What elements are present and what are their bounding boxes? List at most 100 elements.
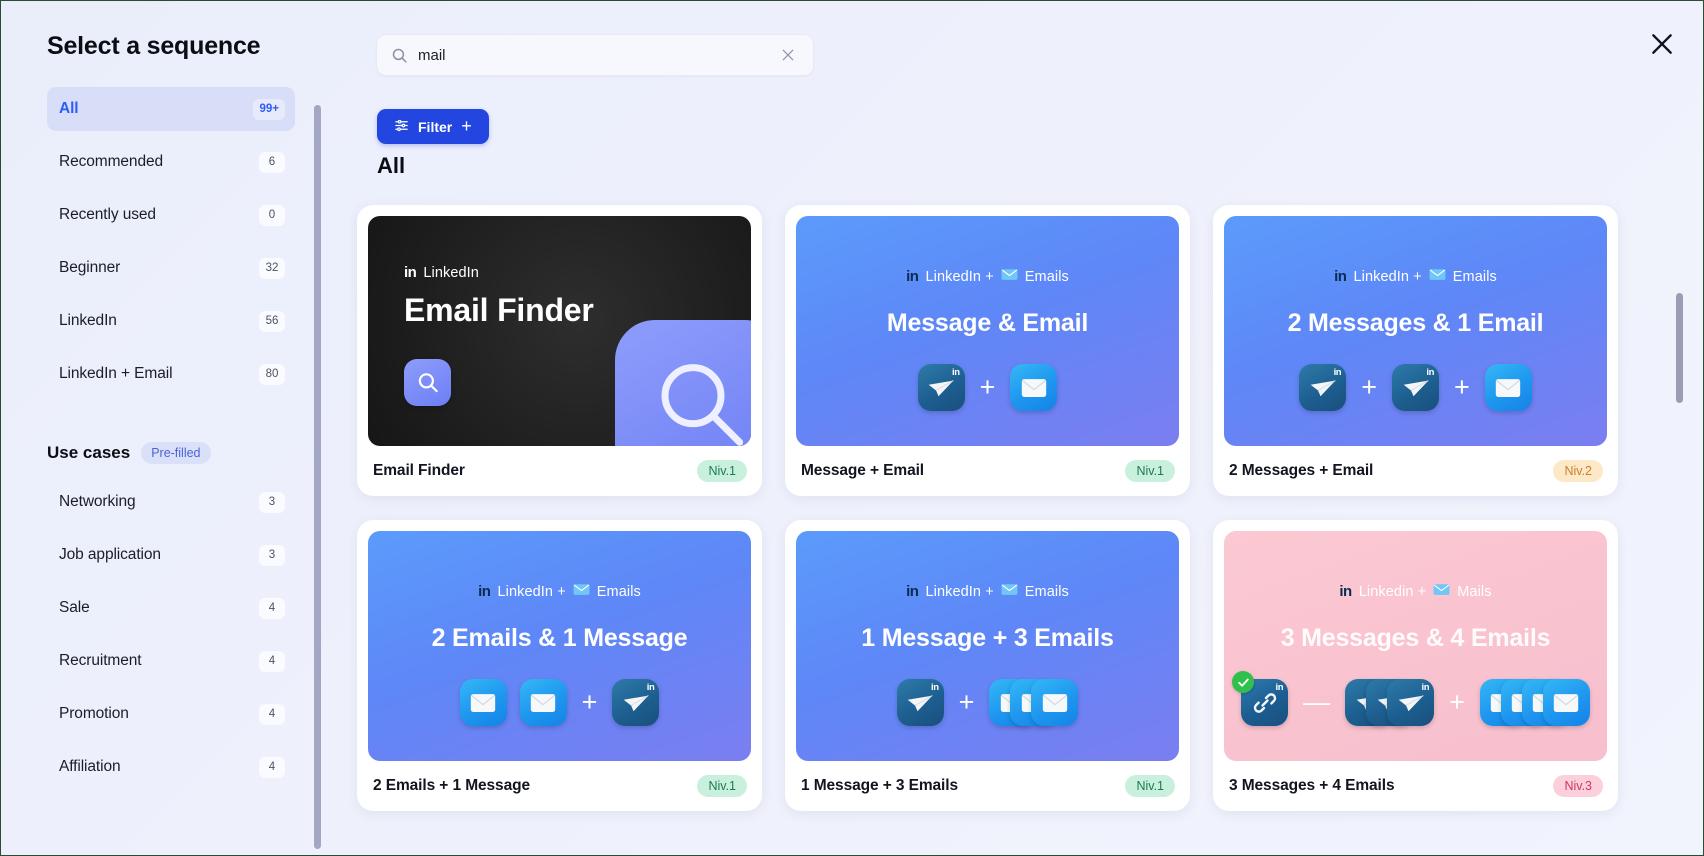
- close-button[interactable]: [1645, 27, 1679, 61]
- sequence-card-name: 3 Messages + 4 Emails: [1229, 777, 1395, 794]
- sequence-card-footer: 3 Messages + 4 Emails Niv.3: [1224, 761, 1607, 811]
- email-icon-stack: [989, 679, 1079, 726]
- sequence-card-artwork: in LinkedIn + Emails 2 Emails & 1 Message + i…: [368, 531, 751, 761]
- level-badge: Niv.1: [697, 460, 747, 482]
- sidebar-item-linkedin[interactable]: LinkedIn 56: [47, 299, 295, 343]
- sequence-card-artwork-title: 3 Messages & 4 Emails: [1280, 624, 1551, 652]
- sequence-card[interactable]: in LinkedIn + Emails 2 Messages & 1 Email in…: [1213, 205, 1618, 496]
- sequence-card[interactable]: in LinkedIn + Emails 2 Emails & 1 Message + i…: [357, 520, 762, 811]
- sidebar-item-label: LinkedIn: [59, 312, 117, 329]
- linkedin-in-icon: in: [1339, 583, 1352, 600]
- linkedin-message-icon: in: [896, 679, 944, 726]
- linkedin-message-icon: in: [1299, 364, 1347, 411]
- sequence-card[interactable]: in LinkedIn Email Finder Email Finder Niv.1: [357, 205, 762, 496]
- sidebar-item-job-application[interactable]: Job application 3: [47, 533, 295, 577]
- envelope-icon: [573, 583, 590, 600]
- sidebar-scroll-area[interactable]: All 99+ Recommended 6 Recently used 0 Beginner…: [1, 87, 323, 855]
- linkedin-in-icon: in: [906, 583, 919, 600]
- channel-label-email: Mails: [1457, 583, 1492, 600]
- linkedin-in-badge-icon: in: [1333, 367, 1342, 378]
- sidebar-item-sale[interactable]: Sale 4: [47, 586, 295, 630]
- channel-label-linkedin: LinkedIn: [423, 264, 479, 281]
- sidebar-item-count: 3: [259, 491, 285, 513]
- sequence-card-artwork: in LinkedIn + Emails 1 Message + 3 Emails in…: [796, 531, 1179, 761]
- message-icon-stack: ininin: [1345, 679, 1435, 726]
- plus-icon: +: [1454, 372, 1470, 402]
- sequence-card-footer: 2 Messages + Email Niv.2: [1224, 446, 1607, 496]
- plus-icon: +: [461, 116, 472, 136]
- cards-scrollbar-thumb[interactable]: [1676, 293, 1683, 403]
- plus-icon: +: [979, 372, 996, 402]
- sidebar-item-recruitment[interactable]: Recruitment 4: [47, 639, 295, 683]
- channel-label-linkedin: Linkedin +: [1358, 583, 1427, 600]
- use-cases-header: Use cases Pre-filled: [47, 442, 323, 464]
- sidebar-item-label: Recently used: [59, 206, 156, 223]
- sidebar-item-count: 4: [259, 650, 285, 672]
- sequence-cards-scroll-area[interactable]: in LinkedIn Email Finder Email Finder Niv.1 i…: [349, 197, 1655, 855]
- sequence-card-name: 1 Message + 3 Emails: [801, 777, 958, 794]
- sequence-card[interactable]: in LinkedIn + Emails 1 Message + 3 Emails in…: [785, 520, 1190, 811]
- email-icon: [1484, 364, 1532, 411]
- sidebar-item-count: 56: [259, 310, 285, 332]
- level-badge: Niv.1: [697, 775, 747, 797]
- sidebar-item-label: All: [59, 100, 79, 117]
- linkedin-in-badge-icon: in: [1426, 367, 1434, 378]
- sequence-step-icons: in + in +: [1224, 364, 1607, 411]
- sidebar-item-beginner[interactable]: Beginner 32: [47, 246, 295, 290]
- sidebar-item-linkedin-email[interactable]: LinkedIn + Email 80: [47, 352, 295, 396]
- sidebar-item-all[interactable]: All 99+: [47, 87, 295, 131]
- search-bar[interactable]: [376, 34, 814, 76]
- sequence-card[interactable]: in LinkedIn + Emails Message & Email in + Mess…: [785, 205, 1190, 496]
- sidebar-item-label: Recruitment: [59, 652, 142, 669]
- sidebar-item-label: Beginner: [59, 259, 121, 276]
- search-input[interactable]: [418, 46, 777, 64]
- check-icon: [1232, 671, 1255, 693]
- cards-scrollbar[interactable]: [1676, 285, 1683, 845]
- sidebar-item-label: Recommended: [59, 153, 164, 170]
- sequence-card-footer: Email Finder Niv.1: [368, 446, 751, 496]
- sidebar-item-promotion[interactable]: Promotion 4: [47, 692, 295, 736]
- sidebar-item-count: 32: [259, 257, 285, 279]
- channel-label-email: Emails: [596, 583, 641, 600]
- email-finder-search-icon: [404, 359, 451, 406]
- minus-icon: —: [1303, 687, 1331, 717]
- sequence-step-icons: in — ininin +: [1224, 671, 1607, 726]
- pre-filled-badge: Pre-filled: [141, 442, 211, 464]
- linkedin-in-icon: in: [478, 583, 491, 600]
- channel-label-linkedin: LinkedIn +: [925, 268, 994, 285]
- level-badge: Niv.2: [1553, 460, 1603, 482]
- results-heading: All: [377, 153, 406, 178]
- sequence-card-artwork-title: 1 Message + 3 Emails: [861, 624, 1114, 652]
- sidebar-item-count: 6: [259, 151, 285, 173]
- sidebar-item-count: 4: [259, 756, 285, 778]
- sequence-card-artwork-title: 2 Emails & 1 Message: [431, 624, 688, 652]
- email-icon: [1031, 679, 1079, 726]
- sidebar-item-label: Job application: [59, 546, 161, 563]
- email-icon: [1542, 679, 1590, 726]
- sequence-cards-grid: in LinkedIn Email Finder Email Finder Niv.1 i…: [349, 197, 1655, 811]
- plus-icon: +: [581, 687, 598, 717]
- use-cases-list: Networking 3 Job application 3 Sale 4 Recruitm…: [1, 480, 323, 789]
- sequence-card-channels: in Linkedin + Mails: [1224, 531, 1607, 600]
- sidebar-item-affiliation[interactable]: Affiliation 4: [47, 745, 295, 789]
- level-badge: Niv.1: [1125, 460, 1175, 482]
- sidebar-scrollbar[interactable]: [314, 97, 321, 849]
- page-title: Select a sequence: [47, 32, 261, 60]
- linkedin-message-icon: in: [612, 679, 660, 726]
- sidebar-item-recently-used[interactable]: Recently used 0: [47, 193, 295, 237]
- sequence-card-artwork-title: 2 Messages & 1 Email: [1287, 309, 1544, 337]
- sidebar-item-recommended[interactable]: Recommended 6: [47, 140, 295, 184]
- clear-search-icon[interactable]: [777, 44, 799, 66]
- channel-label-linkedin: LinkedIn +: [925, 583, 994, 600]
- sequence-card[interactable]: in Linkedin + Mails 3 Messages & 4 Emails in…: [1213, 520, 1618, 811]
- sidebar-scrollbar-thumb[interactable]: [314, 105, 321, 849]
- sidebar-item-networking[interactable]: Networking 3: [47, 480, 295, 524]
- sidebar-item-count: 3: [259, 544, 285, 566]
- sequence-card-artwork-title: Message & Email: [886, 309, 1089, 337]
- channel-label-linkedin: LinkedIn +: [1353, 268, 1422, 285]
- sequence-card-name: Message + Email: [801, 462, 924, 479]
- sequence-card-footer: 2 Emails + 1 Message Niv.1: [368, 761, 751, 811]
- filter-button[interactable]: Filter +: [377, 109, 489, 144]
- sidebar-item-label: Affiliation: [59, 758, 121, 775]
- search-icon: [391, 47, 408, 64]
